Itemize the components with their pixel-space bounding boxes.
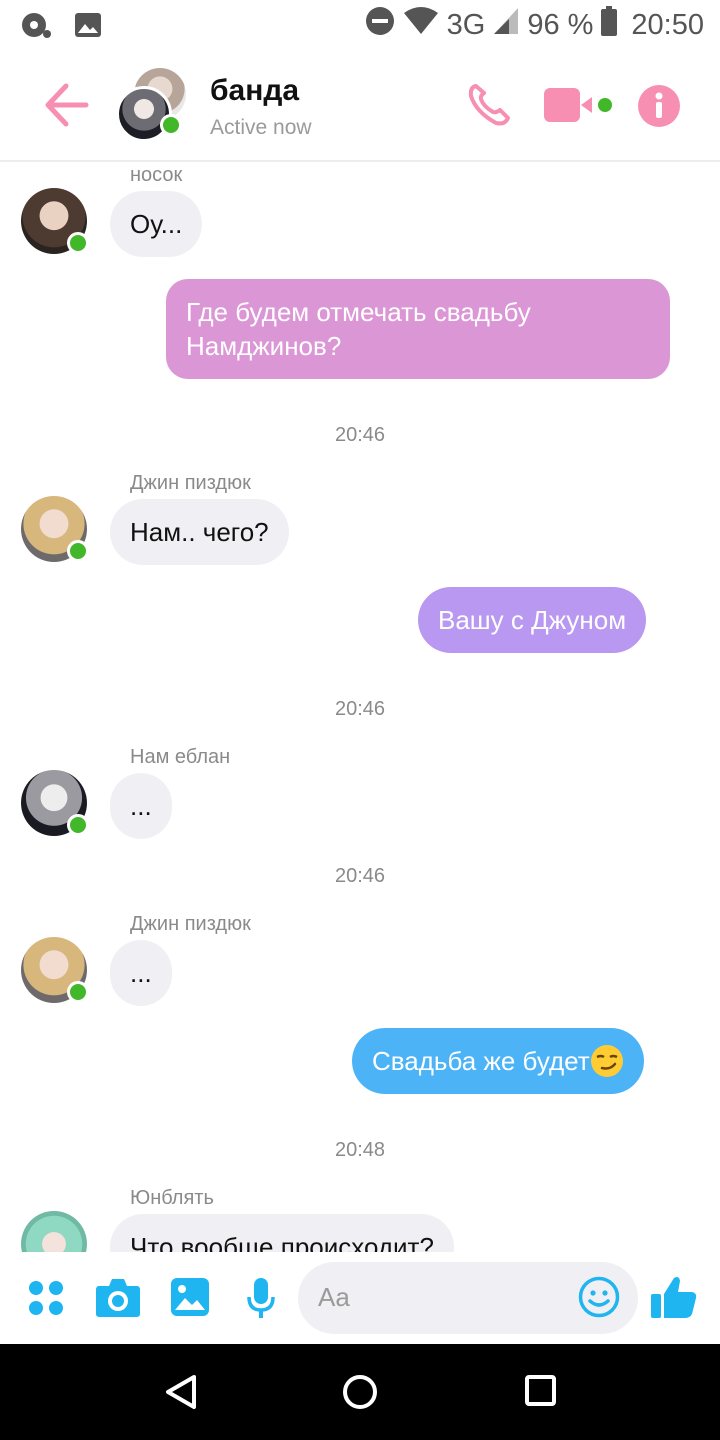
timestamp: 20:46 [334,424,386,446]
back-button[interactable] [42,82,92,128]
timestamp: 20:48 [334,1139,386,1161]
recents-nav-button[interactable] [524,1374,558,1413]
back-nav-button[interactable] [164,1374,198,1415]
avatar[interactable] [21,1211,87,1252]
timestamp: 20:46 [334,698,386,720]
message-bubble[interactable]: ... [110,940,172,1006]
group-avatar[interactable] [116,68,192,144]
image-notification-icon [74,12,102,43]
thumbs-up-icon [651,1277,697,1318]
sender-name: Нам еблан [130,746,231,768]
message-input-placeholder: Aa [318,1282,350,1312]
sender-name: Юнблять [130,1187,214,1209]
info-button[interactable] [637,84,681,130]
clock: 20:50 [631,8,704,41]
message-bubble[interactable]: Где будем отмечать свадьбу Намджинов? [166,279,670,379]
message-composer: Aa [0,1252,720,1344]
emoji-button[interactable] [578,1276,620,1323]
active-status: Active now [210,116,312,139]
sender-name: Джин пиздюк [130,472,251,494]
timestamp: 20:46 [334,865,386,887]
info-icon [638,85,680,127]
conversation-header: банда Active now [0,50,720,162]
circle-home-icon [343,1375,377,1409]
message-bubble[interactable]: ... [110,773,172,839]
avatar[interactable] [21,188,89,254]
apps-grid-icon [29,1281,63,1315]
battery-icon [601,6,618,44]
video-call-button[interactable] [543,82,615,128]
message-bubble[interactable]: Нам.. чего? [110,499,289,565]
phone-icon [468,84,510,126]
arrow-left-icon [45,83,89,127]
triangle-back-icon [166,1375,196,1409]
sender-name: Джин пиздюк [130,913,251,935]
signal-icon [493,7,519,43]
message-text: Свадьба же будет [372,1046,590,1076]
gallery-button[interactable] [170,1277,210,1322]
avatar[interactable] [21,937,89,1003]
status-bar: 3G 96 % 20:50 [0,0,720,50]
avatar[interactable] [21,496,89,562]
microphone-icon [247,1278,275,1318]
online-indicator [67,814,89,836]
call-button[interactable] [466,82,512,128]
wifi-icon [403,7,439,43]
message-input[interactable]: Aa [298,1262,638,1334]
online-indicator [67,981,89,1003]
message-list[interactable]: носок Оу... Где будем отмечать свадьбу Н… [0,164,720,1252]
online-indicator [67,540,89,562]
conversation-title[interactable]: банда [210,74,299,108]
network-type: 3G [446,8,486,41]
sync-icon [20,10,52,45]
message-bubble[interactable]: Свадьба же будет [352,1028,644,1094]
message-bubble[interactable]: Вашу с Джуном [418,587,647,653]
message-bubble[interactable]: Что вообще происходит? [110,1214,454,1252]
smirk-emoji [590,1045,623,1077]
smiley-icon [578,1276,620,1318]
system-navigation-bar [0,1344,720,1440]
square-recents-icon [525,1375,556,1406]
online-indicator [67,232,89,254]
online-indicator [160,114,182,136]
do-not-disturb-icon [365,6,395,44]
image-icon [171,1278,209,1316]
camera-button[interactable] [95,1276,141,1323]
voice-button[interactable] [246,1277,276,1324]
avatar[interactable] [21,770,89,836]
video-camera-icon [544,88,612,122]
camera-icon [96,1279,140,1317]
apps-button[interactable] [28,1280,64,1321]
message-bubble[interactable]: Оу... [110,191,203,257]
home-nav-button[interactable] [342,1374,378,1415]
battery-level: 96 % [527,8,594,41]
sender-name: носок [130,164,183,186]
like-button[interactable] [650,1274,698,1325]
